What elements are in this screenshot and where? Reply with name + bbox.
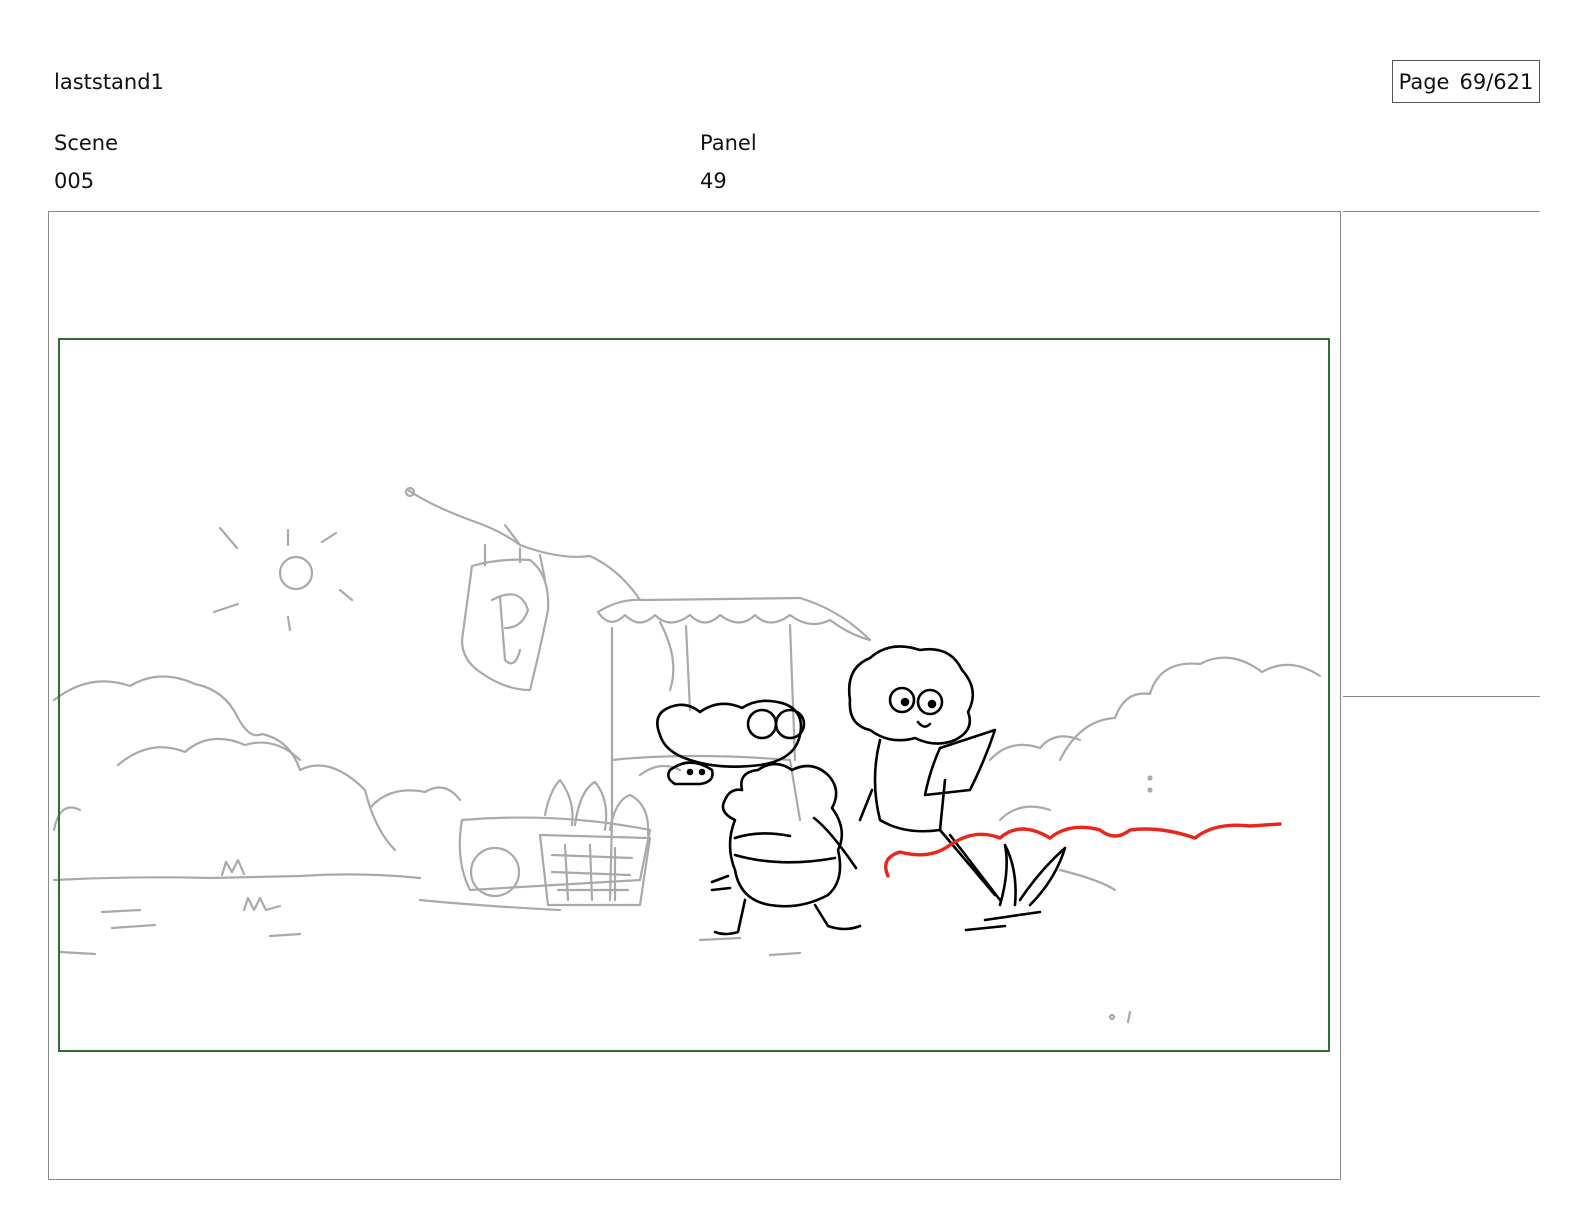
safe-area-frame — [58, 338, 1330, 1052]
